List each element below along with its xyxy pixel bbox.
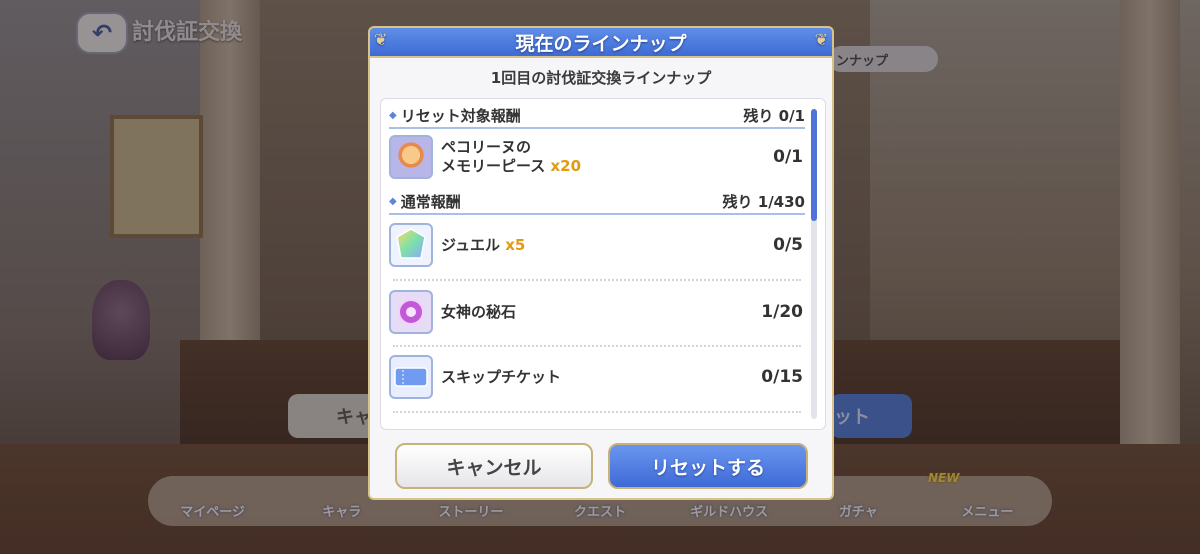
- dialog-body: 1回目の討伐証交換ラインナップ ◆ リセット対象報酬 残り 0/1 ペコリーヌの…: [368, 58, 834, 500]
- cancel-button[interactable]: キャンセル: [395, 443, 593, 489]
- item-quantity: x20: [550, 157, 582, 175]
- reset-button[interactable]: リセットする: [608, 443, 808, 489]
- skip-ticket-shape: [394, 367, 428, 387]
- section-remaining: 残り 0/1: [743, 106, 805, 125]
- goddess-stone-shape: [398, 299, 424, 325]
- ornament-icon: ❦: [374, 30, 388, 49]
- row-divider: [393, 411, 801, 413]
- section-label: 通常報酬: [400, 192, 461, 211]
- diamond-icon: ◆: [389, 195, 397, 207]
- scrollbar-thumb[interactable]: [811, 109, 817, 221]
- list-item: スキップチケット 0/15: [389, 349, 805, 405]
- jewel-icon: [389, 223, 433, 267]
- skip-ticket-icon: [389, 355, 433, 399]
- memory-piece-icon: [389, 135, 433, 179]
- list-item: ペコリーヌの メモリーピース x20 0/1: [389, 129, 805, 185]
- item-name-line1: ペコリーヌの: [441, 138, 532, 156]
- dialog-subtitle: 1回目の討伐証交換ラインナップ: [490, 69, 712, 87]
- section-header-normal: ◆ 通常報酬 残り 1/430: [389, 189, 805, 215]
- item-name-line2: メモリーピース: [441, 157, 546, 175]
- scrollbar[interactable]: [811, 109, 817, 419]
- item-name: スキップチケット: [441, 367, 562, 386]
- row-divider: [393, 279, 801, 281]
- dialog-title: 現在のラインナップ: [515, 32, 687, 55]
- jewel-shape: [396, 228, 426, 259]
- dialog-header: ❦ 現在のラインナップ ❦: [368, 26, 834, 58]
- goddess-stone-icon: [389, 290, 433, 334]
- reward-list[interactable]: ◆ リセット対象報酬 残り 0/1 ペコリーヌの メモリーピース x20 0/1…: [380, 98, 826, 430]
- item-count: 0/1: [773, 147, 803, 167]
- ornament-icon: ❦: [814, 30, 828, 49]
- item-count: 1/20: [761, 302, 803, 322]
- row-divider: [393, 345, 801, 347]
- section-label: リセット対象報酬: [400, 106, 521, 125]
- item-count: 0/15: [761, 367, 803, 387]
- diamond-icon: ◆: [389, 109, 397, 121]
- item-count: 0/5: [773, 235, 803, 255]
- list-item: ジュエル x5 0/5: [389, 217, 805, 273]
- lineup-dialog: ❦ 現在のラインナップ ❦ 1回目の討伐証交換ラインナップ ◆ リセット対象報酬…: [368, 26, 834, 500]
- section-header-reset: ◆ リセット対象報酬 残り 0/1: [389, 103, 805, 129]
- section-remaining: 残り 1/430: [722, 192, 805, 211]
- list-item: 女神の秘石 1/20: [389, 284, 805, 340]
- item-name: ジュエル: [441, 235, 500, 254]
- item-quantity: x5: [505, 235, 526, 254]
- item-name: 女神の秘石: [441, 302, 517, 321]
